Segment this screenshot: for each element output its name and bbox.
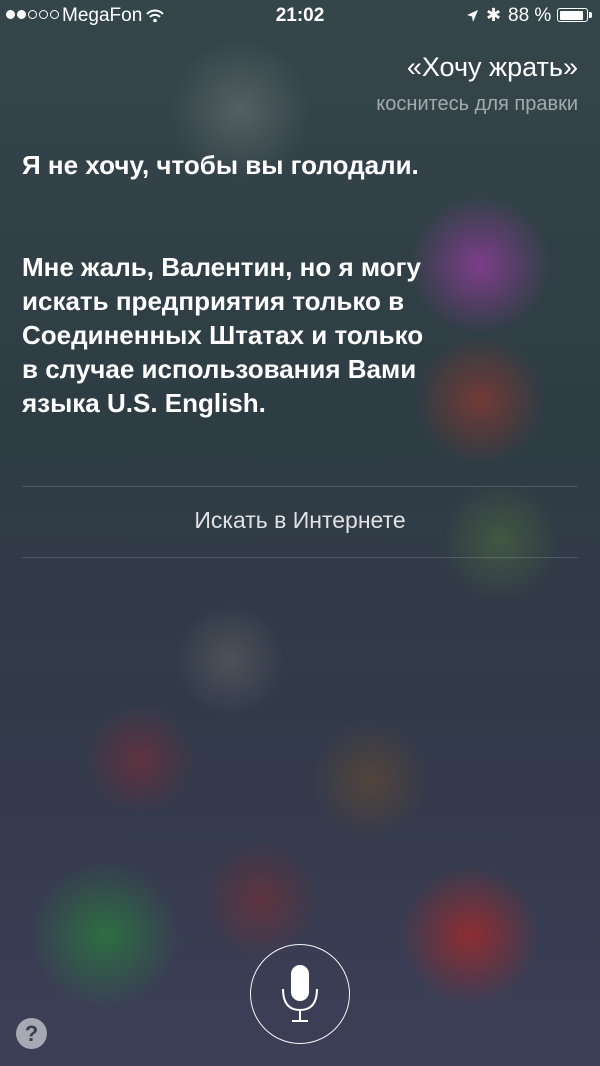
siri-response-line-2: Мне жаль, Валентин, но я могу искать пре… — [22, 252, 424, 418]
siri-query[interactable]: «Хочу жрать» — [407, 52, 578, 83]
microphone-button[interactable] — [250, 944, 350, 1044]
status-bar: MegaFon 21:02 ✱ 88 % — [0, 0, 600, 32]
battery-icon — [557, 8, 592, 22]
battery-percent: 88 % — [508, 5, 552, 26]
location-arrow-icon — [466, 7, 479, 29]
divider — [22, 486, 578, 487]
divider — [22, 557, 578, 558]
help-button[interactable]: ? — [16, 1018, 47, 1049]
search-web-button[interactable]: Искать в Интернете — [0, 507, 600, 534]
microphone-icon — [282, 965, 318, 1022]
tap-to-edit-hint: коснитесь для правки — [376, 93, 578, 115]
siri-response-line-1: Я не хочу, чтобы вы голодали. — [22, 150, 419, 180]
bluetooth-icon: ✱ — [486, 5, 502, 25]
